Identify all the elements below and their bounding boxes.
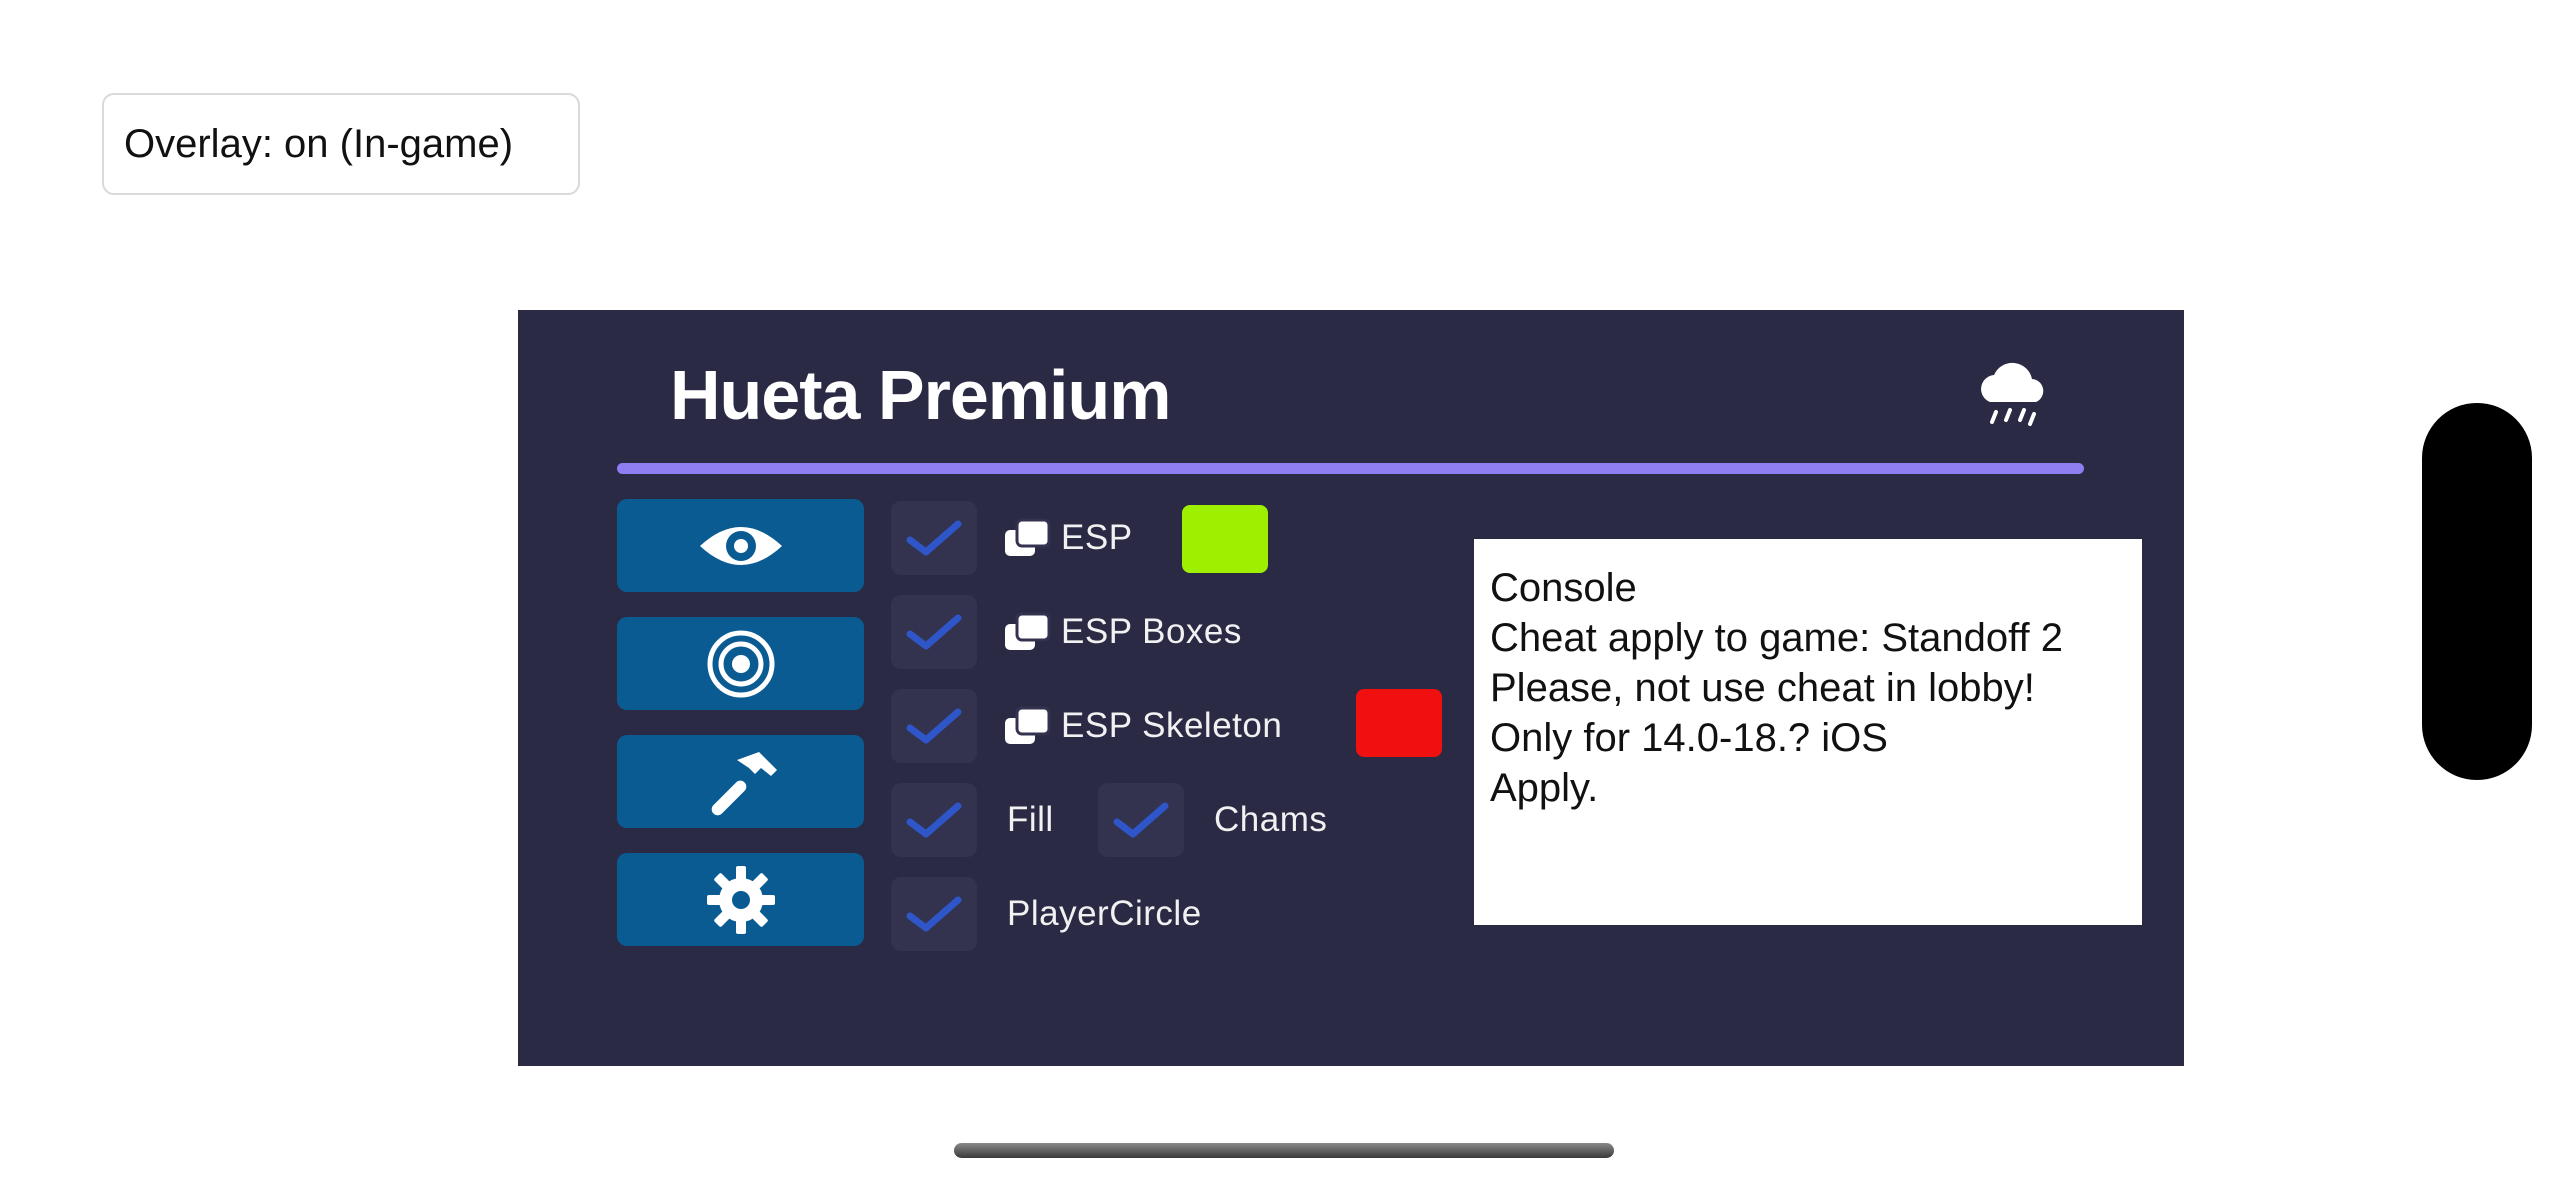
cloud-rain-icon[interactable] bbox=[1968, 350, 2058, 440]
console-line: Cheat apply to game: Standoff 2 bbox=[1490, 616, 2063, 660]
home-indicator[interactable] bbox=[954, 1143, 1614, 1158]
esp-skeleton-checkbox[interactable] bbox=[891, 689, 977, 763]
gear-icon bbox=[706, 865, 775, 934]
checkmark-icon bbox=[1113, 802, 1169, 838]
esp-boxes-checkbox[interactable] bbox=[891, 595, 977, 669]
hammer-icon bbox=[711, 751, 777, 815]
layers-icon bbox=[1005, 612, 1051, 650]
console-title: Console bbox=[1490, 566, 1637, 610]
overlay-status-badge[interactable]: Overlay: on (In-game) bbox=[102, 93, 580, 195]
layers-icon bbox=[1005, 706, 1051, 744]
esp-boxes-label: ESP Boxes bbox=[1061, 612, 1242, 651]
esp-option[interactable]: ESP bbox=[891, 501, 1133, 575]
esp-checkbox[interactable] bbox=[891, 501, 977, 575]
chams-checkbox[interactable] bbox=[1098, 783, 1184, 857]
console-line: Only for 14.0-18.? iOS bbox=[1490, 716, 1888, 760]
console-line: Apply. bbox=[1490, 766, 1599, 810]
eye-icon bbox=[699, 526, 782, 565]
target-icon bbox=[707, 630, 774, 697]
tab-settings-button[interactable] bbox=[617, 853, 864, 946]
chams-label: Chams bbox=[1214, 800, 1328, 839]
title-divider bbox=[617, 463, 2084, 474]
fill-label: Fill bbox=[1007, 800, 1054, 839]
player-circle-checkbox[interactable] bbox=[891, 877, 977, 951]
checkmark-icon bbox=[906, 520, 962, 556]
tab-aim-button[interactable] bbox=[617, 617, 864, 710]
player-circle-option[interactable]: PlayerCircle bbox=[891, 877, 1202, 951]
menu-title: Hueta Premium bbox=[670, 356, 1171, 434]
esp-skeleton-option[interactable]: ESP Skeleton bbox=[891, 689, 1282, 763]
fill-checkbox[interactable] bbox=[891, 783, 977, 857]
esp-skeleton-label: ESP Skeleton bbox=[1061, 706, 1283, 745]
overlay-status-text: Overlay: on (In-game) bbox=[124, 121, 514, 166]
fill-option[interactable]: Fill bbox=[891, 783, 1054, 857]
player-circle-label: PlayerCircle bbox=[1007, 894, 1202, 933]
layers-icon bbox=[1005, 518, 1051, 556]
esp-skeleton-color-swatch[interactable] bbox=[1356, 689, 1442, 757]
checkmark-icon bbox=[906, 802, 962, 838]
esp-label: ESP bbox=[1061, 518, 1133, 557]
checkmark-icon bbox=[906, 708, 962, 744]
esp-boxes-option[interactable]: ESP Boxes bbox=[891, 595, 1242, 669]
floating-side-handle[interactable] bbox=[2422, 403, 2532, 780]
tab-tools-button[interactable] bbox=[617, 735, 864, 828]
cheat-menu-panel: Hueta Premium ESP ESP Boxes ESP Skeleton… bbox=[518, 310, 2184, 1066]
console-panel: Console Cheat apply to game: Standoff 2 … bbox=[1474, 539, 2142, 925]
checkmark-icon bbox=[906, 614, 962, 650]
chams-option[interactable]: Chams bbox=[1098, 783, 1327, 857]
checkmark-icon bbox=[906, 896, 962, 932]
esp-color-swatch[interactable] bbox=[1182, 505, 1268, 573]
tab-visuals-button[interactable] bbox=[617, 499, 864, 592]
console-line: Please, not use cheat in lobby! bbox=[1490, 666, 2035, 710]
